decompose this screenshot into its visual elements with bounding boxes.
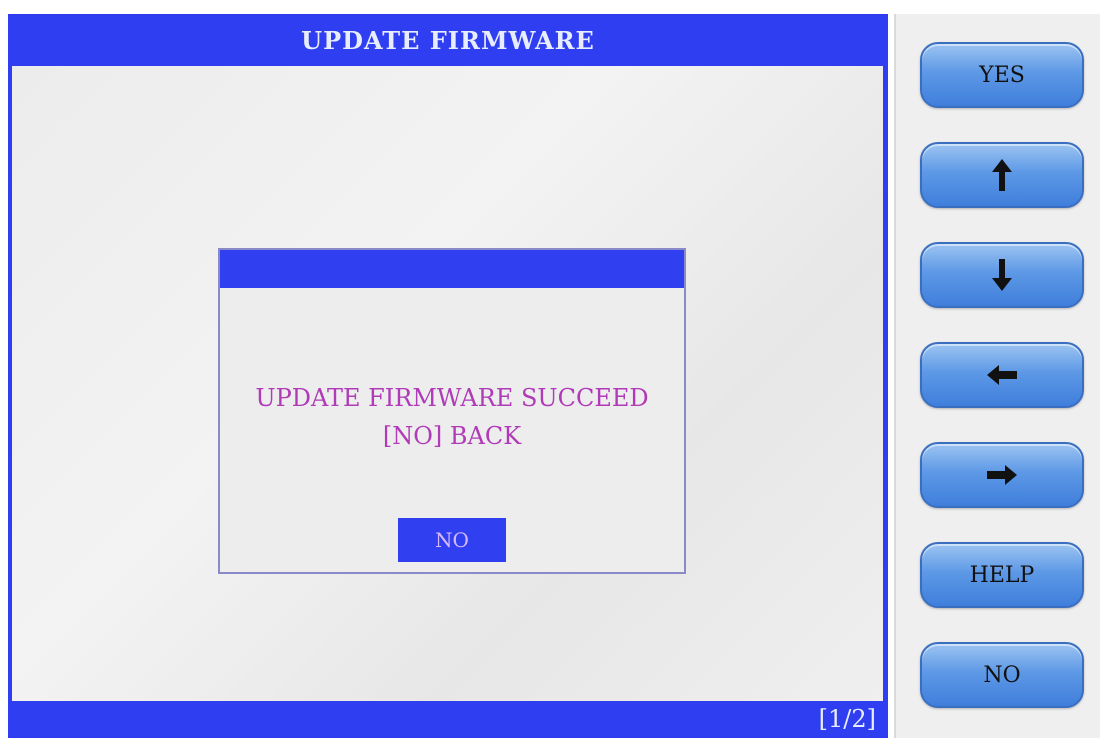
down-button[interactable] — [920, 242, 1084, 308]
main-screen: UPDATE FIRMWARE UPDATE FIRMWARE SUCCEED … — [8, 14, 888, 738]
arrow-up-icon — [992, 159, 1012, 191]
content-area: UPDATE FIRMWARE SUCCEED [NO] BACK NO — [12, 66, 883, 701]
dialog-message: UPDATE FIRMWARE SUCCEED — [255, 384, 649, 412]
help-button[interactable]: HELP — [920, 542, 1084, 608]
dialog-header — [220, 250, 684, 288]
left-button[interactable] — [920, 342, 1084, 408]
up-button[interactable] — [920, 142, 1084, 208]
result-dialog: UPDATE FIRMWARE SUCCEED [NO] BACK NO — [218, 248, 686, 574]
side-button-panel: YES HELP NO — [894, 14, 1100, 738]
dialog-hint: [NO] BACK — [382, 422, 522, 450]
arrow-left-icon — [987, 365, 1017, 385]
page-indicator: [1/2] — [818, 705, 876, 733]
arrow-right-icon — [987, 465, 1017, 485]
no-button[interactable]: NO — [920, 642, 1084, 708]
right-button[interactable] — [920, 442, 1084, 508]
dialog-no-button[interactable]: NO — [398, 518, 506, 562]
yes-button[interactable]: YES — [920, 42, 1084, 108]
screen-title: UPDATE FIRMWARE — [301, 25, 595, 55]
arrow-down-icon — [992, 259, 1012, 291]
